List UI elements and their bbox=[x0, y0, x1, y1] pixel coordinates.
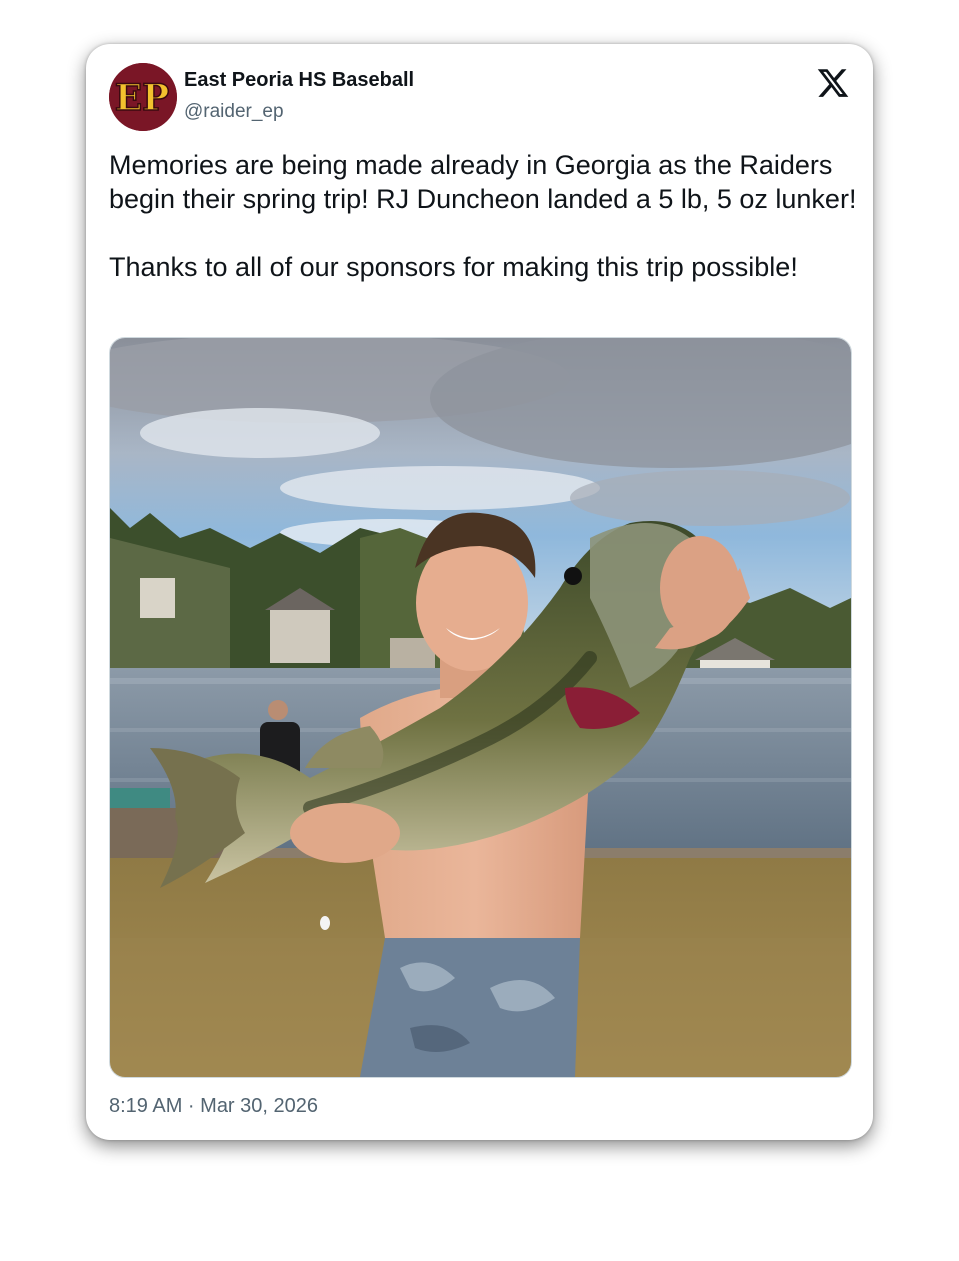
x-logo-icon[interactable] bbox=[816, 66, 850, 100]
user-handle[interactable]: @raider_ep bbox=[184, 101, 284, 123]
tweet-timestamp[interactable]: 8:19 AM · Mar 30, 2026 bbox=[109, 1095, 318, 1118]
tweet-card: EP East Peoria HS Baseball @raider_ep Me… bbox=[86, 44, 873, 1140]
avatar-letters: EP bbox=[115, 77, 170, 119]
tweet-text: Memories are being made already in Georg… bbox=[109, 148, 857, 284]
avatar-logo-icon: EP bbox=[109, 63, 177, 131]
display-name[interactable]: East Peoria HS Baseball bbox=[184, 69, 414, 92]
tweet-photo[interactable] bbox=[109, 337, 852, 1078]
tweet-text-paragraph: Thanks to all of our sponsors for making… bbox=[109, 252, 798, 282]
tweet-text-paragraph: Memories are being made already in Georg… bbox=[109, 150, 857, 214]
avatar[interactable]: EP bbox=[109, 63, 177, 131]
photo-fisherman-with-bass bbox=[110, 338, 851, 1077]
